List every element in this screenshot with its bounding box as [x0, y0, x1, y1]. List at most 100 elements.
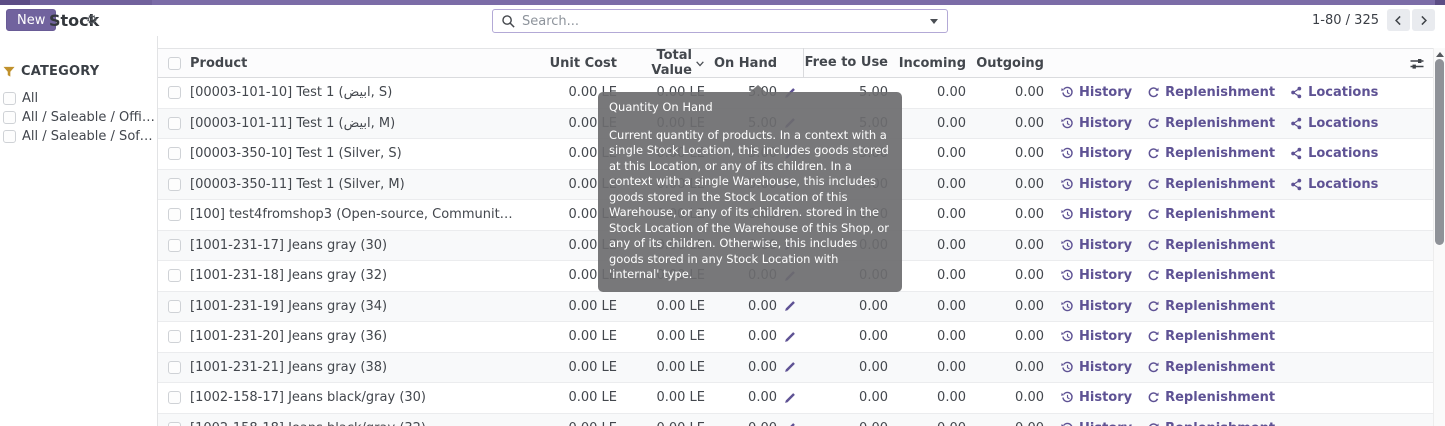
- history-button[interactable]: History: [1061, 116, 1132, 131]
- table-row[interactable]: [1002-158-18] Jeans black/gray (32) 0.00…: [158, 414, 1445, 426]
- pencil-icon: [784, 300, 796, 312]
- history-button[interactable]: History: [1061, 329, 1132, 344]
- column-header-outgoing[interactable]: Outgoing: [966, 56, 1044, 71]
- product-cell[interactable]: [1002-158-17] Jeans black/gray (30): [190, 390, 520, 405]
- locations-button[interactable]: Locations: [1290, 85, 1378, 100]
- replenishment-button[interactable]: Replenishment: [1147, 299, 1275, 314]
- row-checkbox[interactable]: [168, 391, 181, 404]
- locations-button[interactable]: Locations: [1290, 177, 1378, 192]
- checkbox[interactable]: [3, 130, 16, 143]
- column-header-on-hand[interactable]: On Hand: [705, 56, 777, 71]
- scrollbar-thumb[interactable]: [1435, 59, 1444, 245]
- column-header-free-to-use[interactable]: Free to Use: [803, 48, 888, 78]
- row-checkbox[interactable]: [168, 208, 181, 221]
- column-header-unit-cost[interactable]: Unit Cost: [520, 56, 617, 71]
- row-checkbox[interactable]: [168, 269, 181, 282]
- checkbox[interactable]: [3, 111, 16, 124]
- replenishment-button[interactable]: Replenishment: [1147, 390, 1275, 405]
- pager-prev-button[interactable]: [1387, 9, 1410, 31]
- replenishment-button[interactable]: Replenishment: [1147, 238, 1275, 253]
- replenishment-button[interactable]: Replenishment: [1147, 421, 1275, 426]
- checkbox[interactable]: [3, 92, 16, 105]
- row-checkbox[interactable]: [168, 330, 181, 343]
- replenishment-button[interactable]: Replenishment: [1147, 116, 1275, 131]
- history-button[interactable]: History: [1061, 85, 1132, 100]
- edit-on-hand-button[interactable]: [784, 361, 796, 373]
- column-header-incoming[interactable]: Incoming: [888, 56, 966, 71]
- edit-on-hand-button[interactable]: [784, 422, 796, 426]
- history-button[interactable]: History: [1061, 238, 1132, 253]
- replenishment-button[interactable]: Replenishment: [1147, 146, 1275, 161]
- edit-on-hand-button[interactable]: [784, 392, 796, 404]
- history-button[interactable]: History: [1061, 146, 1132, 161]
- scroll-up-arrow-icon[interactable]: [1436, 52, 1444, 57]
- locations-button[interactable]: Locations: [1290, 146, 1378, 161]
- product-cell[interactable]: [1001-231-17] Jeans gray (30): [190, 238, 520, 253]
- product-cell[interactable]: [1001-231-19] Jeans gray (34): [190, 299, 520, 314]
- pencil-icon: [784, 392, 796, 404]
- replenishment-button[interactable]: Replenishment: [1147, 177, 1275, 192]
- product-cell[interactable]: [00003-350-10] Test 1 (Silver, S): [190, 146, 520, 161]
- history-button[interactable]: History: [1061, 177, 1132, 192]
- history-button[interactable]: History: [1061, 268, 1132, 283]
- replenishment-button-label: Replenishment: [1165, 390, 1275, 405]
- outgoing-cell: 0.00: [966, 85, 1044, 100]
- replenishment-button[interactable]: Replenishment: [1147, 329, 1275, 344]
- pager-range: 1-80 / 325: [1312, 13, 1379, 28]
- locations-button[interactable]: Locations: [1290, 116, 1378, 131]
- product-cell[interactable]: [00003-101-11] Test 1 (ابيض, M): [190, 116, 520, 131]
- history-icon: [1061, 86, 1074, 99]
- table-row[interactable]: [1002-158-17] Jeans black/gray (30) 0.00…: [158, 383, 1445, 414]
- search-box[interactable]: [492, 9, 948, 33]
- product-cell[interactable]: [00003-101-10] Test 1 (ابيض, S): [190, 85, 520, 100]
- row-checkbox[interactable]: [168, 117, 181, 130]
- replenishment-button-label: Replenishment: [1165, 360, 1275, 375]
- history-button[interactable]: History: [1061, 207, 1132, 222]
- row-checkbox[interactable]: [168, 86, 181, 99]
- history-button[interactable]: History: [1061, 299, 1132, 314]
- history-button[interactable]: History: [1061, 421, 1132, 426]
- refresh-icon: [1147, 391, 1160, 404]
- category-filter-office-furniture[interactable]: All / Saleable / Office Fur…: [3, 108, 157, 127]
- history-button[interactable]: History: [1061, 390, 1132, 405]
- category-filter-all[interactable]: All: [3, 89, 157, 108]
- row-checkbox[interactable]: [168, 361, 181, 374]
- vertical-scrollbar[interactable]: [1433, 48, 1445, 426]
- on-hand-cell: 0.00: [705, 360, 777, 375]
- history-icon: [1061, 117, 1074, 130]
- table-row[interactable]: [1001-231-20] Jeans gray (36) 0.00 LE 0.…: [158, 322, 1445, 353]
- product-cell[interactable]: [00003-350-11] Test 1 (Silver, M): [190, 177, 520, 192]
- row-checkbox[interactable]: [168, 178, 181, 191]
- on-hand-tooltip: Quantity On Hand Current quantity of pro…: [598, 92, 902, 292]
- product-cell[interactable]: [1001-231-21] Jeans gray (38): [190, 360, 520, 375]
- edit-on-hand-button[interactable]: [784, 331, 796, 343]
- replenishment-button[interactable]: Replenishment: [1147, 360, 1275, 375]
- category-filter-software[interactable]: All / Saleable / Software: [3, 127, 157, 146]
- select-all-checkbox[interactable]: [168, 57, 181, 70]
- search-dropdown-toggle[interactable]: [921, 10, 947, 32]
- gear-icon[interactable]: ⚙: [86, 13, 98, 28]
- replenishment-button[interactable]: Replenishment: [1147, 85, 1275, 100]
- table-row[interactable]: [1001-231-19] Jeans gray (34) 0.00 LE 0.…: [158, 292, 1445, 323]
- history-button[interactable]: History: [1061, 360, 1132, 375]
- column-header-product[interactable]: Product: [190, 56, 520, 71]
- replenishment-button[interactable]: Replenishment: [1147, 268, 1275, 283]
- adjust-columns-icon[interactable]: [1409, 56, 1425, 71]
- product-cell[interactable]: [1002-158-18] Jeans black/gray (32): [190, 421, 520, 426]
- pager-next-button[interactable]: [1412, 9, 1435, 31]
- locations-button-label: Locations: [1308, 177, 1378, 192]
- column-header-total-value[interactable]: Total Value: [617, 48, 705, 78]
- row-checkbox[interactable]: [168, 239, 181, 252]
- row-checkbox[interactable]: [168, 147, 181, 160]
- row-checkbox[interactable]: [168, 422, 181, 426]
- row-checkbox[interactable]: [168, 300, 181, 313]
- product-cell[interactable]: [100] test4fromshop3 (Open-source, Commu…: [190, 207, 520, 222]
- product-cell[interactable]: [1001-231-20] Jeans gray (36): [190, 329, 520, 344]
- edit-on-hand-button[interactable]: [784, 300, 796, 312]
- outgoing-cell: 0.00: [966, 146, 1044, 161]
- table-row[interactable]: [1001-231-21] Jeans gray (38) 0.00 LE 0.…: [158, 353, 1445, 384]
- history-icon: [1061, 330, 1074, 343]
- replenishment-button[interactable]: Replenishment: [1147, 207, 1275, 222]
- product-cell[interactable]: [1001-231-18] Jeans gray (32): [190, 268, 520, 283]
- search-input[interactable]: [522, 11, 921, 31]
